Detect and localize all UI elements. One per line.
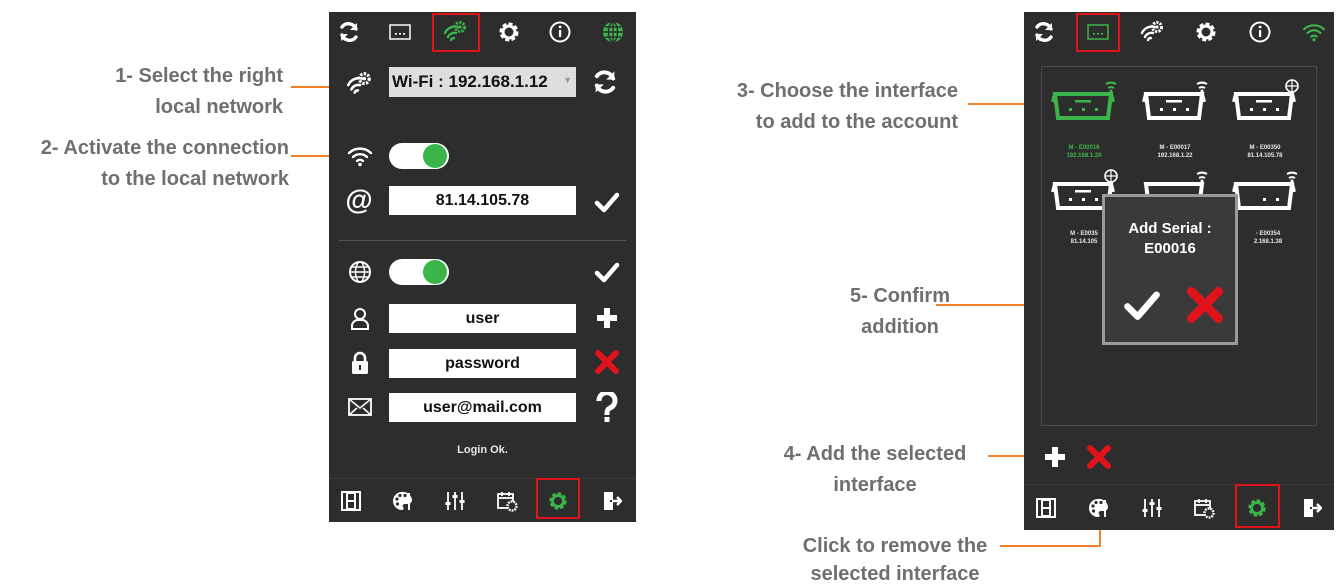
refresh-icon[interactable] bbox=[1028, 16, 1060, 48]
device-card[interactable]: - E00354 2.168.1.38 bbox=[1230, 164, 1310, 245]
calendar-gear-icon[interactable] bbox=[491, 486, 523, 516]
divider bbox=[1024, 484, 1334, 485]
wifi-gear-icon[interactable] bbox=[1134, 16, 1170, 48]
device-name: M - E00016 bbox=[1068, 145, 1100, 151]
user-icon bbox=[343, 304, 377, 334]
exit-icon[interactable] bbox=[596, 486, 628, 516]
cancel-add-button[interactable] bbox=[1183, 283, 1227, 327]
refresh-icon[interactable] bbox=[333, 16, 365, 48]
username-field[interactable]: user bbox=[389, 304, 576, 333]
gear-icon[interactable] bbox=[493, 16, 525, 48]
device-name: M - E00350 bbox=[1249, 145, 1281, 151]
checkmark-icon bbox=[594, 192, 620, 213]
device-icon bbox=[1232, 79, 1299, 120]
device-ip: 81.14.105.78 bbox=[1247, 153, 1283, 159]
validate-internet-button[interactable] bbox=[591, 256, 623, 288]
password-field[interactable]: password bbox=[389, 349, 576, 378]
device-name: - E00354 bbox=[1255, 231, 1281, 237]
add-interface-button[interactable] bbox=[1040, 442, 1070, 472]
ip-address-field[interactable]: 81.14.105.78 bbox=[389, 186, 576, 215]
film-icon[interactable] bbox=[1030, 493, 1062, 523]
close-icon bbox=[595, 350, 619, 374]
wifi-settings-tab-highlight bbox=[432, 13, 480, 52]
network-settings-panel: Wi-Fi : 192.168.1.12 ▼ @ 81.14.105.78 us… bbox=[329, 12, 636, 522]
globe-icon[interactable] bbox=[597, 16, 629, 48]
divider bbox=[329, 478, 636, 479]
screen-icon[interactable] bbox=[384, 16, 416, 48]
email-field[interactable]: user@mail.com bbox=[389, 393, 576, 422]
devices-tab-highlight bbox=[1076, 13, 1120, 52]
network-select-value: Wi-Fi : 192.168.1.12 bbox=[392, 72, 548, 91]
dialog-title-line1: Add Serial : bbox=[1128, 220, 1212, 237]
help-button[interactable] bbox=[591, 390, 623, 424]
plus-icon bbox=[597, 308, 617, 328]
device-icon bbox=[1232, 171, 1298, 210]
network-select[interactable]: Wi-Fi : 192.168.1.12 ▼ bbox=[389, 67, 576, 97]
remove-interface-button[interactable] bbox=[1084, 442, 1114, 472]
internet-toggle[interactable] bbox=[389, 259, 449, 285]
toggle-knob bbox=[423, 260, 447, 284]
settings-tab-highlight bbox=[1235, 484, 1280, 528]
device-ip: 2.168.1.38 bbox=[1253, 239, 1283, 245]
settings-tab-highlight bbox=[536, 478, 580, 519]
sliders-icon[interactable] bbox=[439, 486, 471, 516]
globe-icon bbox=[343, 257, 377, 287]
device-icon bbox=[1051, 81, 1117, 120]
info-icon[interactable] bbox=[544, 16, 576, 48]
at-icon: @ bbox=[345, 184, 373, 215]
chevron-down-icon: ▼ bbox=[563, 75, 572, 85]
close-icon bbox=[1187, 287, 1223, 323]
sliders-icon[interactable] bbox=[1136, 493, 1168, 523]
wifi-icon[interactable] bbox=[1298, 16, 1330, 48]
palette-icon[interactable] bbox=[386, 486, 418, 516]
device-card[interactable]: M - E00350 81.14.105.78 bbox=[1230, 74, 1310, 159]
add-serial-dialog: Add Serial : E00016 bbox=[1102, 194, 1238, 345]
device-card[interactable]: M - E00017 192.168.1.22 bbox=[1140, 74, 1220, 159]
login-status: Login Ok. bbox=[457, 444, 508, 456]
plus-icon bbox=[1045, 447, 1065, 467]
checkmark-icon bbox=[594, 262, 620, 283]
refresh-icon bbox=[594, 70, 616, 94]
mail-icon bbox=[343, 392, 377, 422]
wifi-gear-icon bbox=[341, 66, 377, 102]
device-icon bbox=[1142, 81, 1208, 120]
lock-icon bbox=[343, 348, 377, 378]
delete-account-button[interactable] bbox=[591, 346, 623, 378]
toggle-knob bbox=[423, 144, 447, 168]
calendar-gear-icon[interactable] bbox=[1188, 493, 1220, 523]
exit-icon[interactable] bbox=[1296, 493, 1328, 523]
confirm-add-button[interactable] bbox=[1119, 285, 1165, 325]
question-icon bbox=[596, 392, 618, 422]
device-ip: 192.168.1.22 bbox=[1157, 153, 1193, 159]
divider bbox=[339, 240, 626, 241]
device-card-selected[interactable]: M - E00016 192.168.1.20 bbox=[1049, 74, 1129, 159]
film-icon[interactable] bbox=[335, 486, 367, 516]
info-icon[interactable] bbox=[1244, 16, 1276, 48]
add-account-button[interactable] bbox=[591, 302, 623, 334]
device-ip: 192.168.1.20 bbox=[1066, 153, 1102, 159]
validate-ip-button[interactable] bbox=[591, 186, 623, 218]
wifi-icon bbox=[343, 142, 377, 170]
checkmark-icon bbox=[1124, 291, 1160, 320]
dialog-title-line2: E00016 bbox=[1144, 240, 1196, 257]
palette-icon[interactable] bbox=[1082, 493, 1114, 523]
local-network-toggle[interactable] bbox=[389, 143, 449, 169]
device-name: M - E00017 bbox=[1159, 145, 1191, 151]
device-selection-panel: M - E00016 192.168.1.20 M - E00017 192.168… bbox=[1024, 12, 1334, 530]
gear-icon[interactable] bbox=[1190, 16, 1222, 48]
refresh-network-button[interactable] bbox=[587, 64, 623, 100]
close-icon bbox=[1087, 445, 1111, 469]
